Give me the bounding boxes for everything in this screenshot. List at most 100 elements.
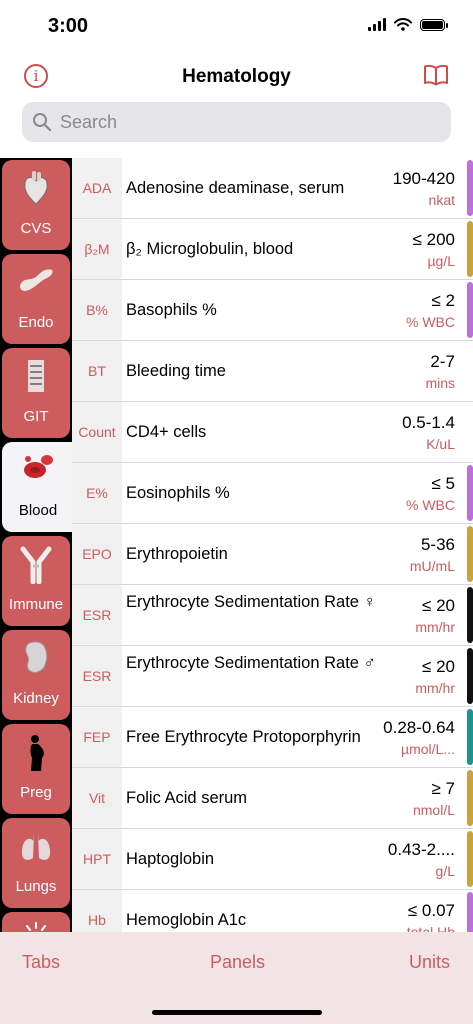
tab-label: CVS [20, 220, 52, 237]
row-abbreviation: ESR [72, 585, 122, 645]
row-abbreviation: HPT [72, 829, 122, 889]
list-item[interactable]: E% Eosinophils % ≤ 5 % WBC [72, 463, 473, 524]
battery-icon [420, 18, 448, 31]
status-time: 3:00 [48, 15, 89, 37]
list-item[interactable]: ADA Adenosine deaminase, serum 190-420 n… [72, 158, 473, 219]
list-item[interactable]: β₂M β₂ Microglobulin, blood ≤ 200 µg/L [72, 219, 473, 280]
row-abbreviation: BT [72, 341, 122, 401]
book-icon[interactable] [423, 64, 449, 86]
list-item[interactable]: EPO Erythropoietin 5-36 mU/mL [72, 524, 473, 585]
category-stripe [467, 221, 473, 277]
tab-immune[interactable]: Immune [2, 536, 70, 626]
tab-blood[interactable]: Blood [2, 442, 74, 532]
row-abbreviation: Count [72, 402, 122, 462]
tab-git[interactable]: GIT [2, 348, 70, 438]
tabs-button[interactable]: Tabs [22, 952, 60, 973]
tab-label: Lungs [15, 878, 57, 895]
row-unit: mU/mL [409, 558, 455, 574]
row-abbreviation: Vit [72, 768, 122, 828]
row-abbreviation: Hb [72, 890, 122, 933]
row-value: 0.5-1.4 [402, 413, 455, 432]
status-bar: 3:00 [0, 0, 473, 54]
row-abbreviation: EPO [72, 524, 122, 584]
tab-lungs[interactable]: Lungs [2, 818, 70, 908]
row-unit: K/uL [426, 436, 455, 452]
row-unit: % WBC [406, 497, 455, 513]
row-value: ≤ 20 [422, 596, 455, 615]
tab-more[interactable] [2, 912, 70, 933]
row-test-name: Erythrocyte Sedimentation Rate ♂ [126, 654, 376, 672]
row-value: ≤ 200 [412, 230, 455, 249]
blood-cells-icon [24, 455, 53, 478]
search-input[interactable] [58, 110, 422, 134]
row-abbreviation: E% [72, 463, 122, 523]
row-test-name: Bleeding time [126, 361, 226, 380]
row-unit: % WBC [406, 314, 455, 330]
heart-icon [24, 171, 48, 205]
row-value: 0.43-2.... [387, 840, 455, 859]
tab-preg[interactable]: Preg [2, 724, 70, 814]
row-test-name: Free Erythrocyte Protoporphyrin [126, 727, 361, 746]
row-unit: mm/hr [415, 680, 455, 696]
row-test-name: Folic Acid serum [126, 788, 248, 807]
row-value: 5-36 [420, 535, 455, 554]
category-stripe [467, 282, 473, 338]
row-test-name: CD4+ cells [126, 422, 207, 441]
row-test-name: Eosinophils % [126, 483, 230, 502]
kidney-icon [25, 641, 48, 673]
row-test-name: β₂ Microglobulin, blood [126, 239, 294, 258]
search-icon [33, 113, 52, 132]
row-value: ≤ 20 [422, 657, 455, 676]
row-value: 190-420 [392, 169, 455, 188]
lab-values-list: ADA Adenosine deaminase, serum 190-420 n… [72, 158, 473, 933]
list-item[interactable]: HPT Haptoglobin 0.43-2.... g/L [72, 829, 473, 890]
list-item[interactable]: FEP Free Erythrocyte Protoporphyrin 0.28… [72, 707, 473, 768]
row-unit: mins [425, 375, 455, 391]
tab-label: Kidney [13, 690, 59, 707]
list-item[interactable]: BT Bleeding time 2-7 mins [72, 341, 473, 402]
tab-label: GIT [23, 408, 49, 425]
category-stripe [467, 770, 473, 826]
list-item[interactable]: ESR Erythrocyte Sedimentation Rate ♂ ≤ 2… [72, 646, 473, 707]
row-abbreviation: ESR [72, 646, 122, 706]
pancreas-icon [20, 269, 53, 291]
tab-label: Immune [8, 596, 64, 613]
lungs-icon [21, 832, 51, 860]
tab-label: Endo [18, 314, 54, 331]
list-item[interactable]: Hb Hemoglobin A1c ≤ 0.07 total Hb [72, 890, 473, 933]
row-abbreviation: B% [72, 280, 122, 340]
tab-label: Preg [20, 784, 52, 801]
category-stripe [467, 160, 473, 216]
units-button[interactable]: Units [409, 952, 450, 973]
row-value: ≤ 0.07 [407, 901, 455, 920]
tab-label: Blood [18, 502, 58, 519]
home-indicator [152, 1010, 322, 1015]
list-item[interactable]: B% Basophils % ≤ 2 % WBC [72, 280, 473, 341]
bottom-tab-bar: Tabs Panels Units [0, 932, 473, 1024]
row-test-name: Hemoglobin A1c [126, 910, 247, 929]
row-value: ≥ 7 [431, 779, 455, 798]
list-item[interactable]: Vit Folic Acid serum ≥ 7 nmol/L [72, 768, 473, 829]
tab-endo[interactable]: Endo [2, 254, 70, 344]
main-content: CVS Endo GIT Blood Immune Kidney Preg Lu… [0, 158, 473, 933]
row-value: ≤ 2 [431, 291, 455, 310]
row-test-name: Haptoglobin [126, 849, 215, 868]
search-bar[interactable] [22, 102, 451, 142]
category-stripe [467, 892, 473, 933]
row-test-name: Adenosine deaminase, serum [126, 178, 345, 197]
intestine-icon [28, 360, 44, 392]
row-test-name: Erythrocyte Sedimentation Rate ♀ [126, 593, 376, 611]
page-title: Hematology [182, 66, 291, 87]
category-sidebar: CVS Endo GIT Blood Immune Kidney Preg Lu… [0, 158, 74, 933]
panels-button[interactable]: Panels [210, 952, 265, 973]
tab-kidney[interactable]: Kidney [2, 630, 70, 720]
status-icons [368, 18, 448, 31]
cellular-signal-icon [368, 18, 386, 31]
tab-cvs[interactable]: CVS [2, 160, 70, 250]
list-item[interactable]: ESR Erythrocyte Sedimentation Rate ♀ ≤ 2… [72, 585, 473, 646]
list-item[interactable]: Count CD4+ cells 0.5-1.4 K/uL [72, 402, 473, 463]
row-unit: nkat [428, 192, 455, 208]
category-stripe [467, 648, 473, 704]
pregnancy-icon [30, 735, 44, 771]
antibody-icon [20, 546, 52, 584]
